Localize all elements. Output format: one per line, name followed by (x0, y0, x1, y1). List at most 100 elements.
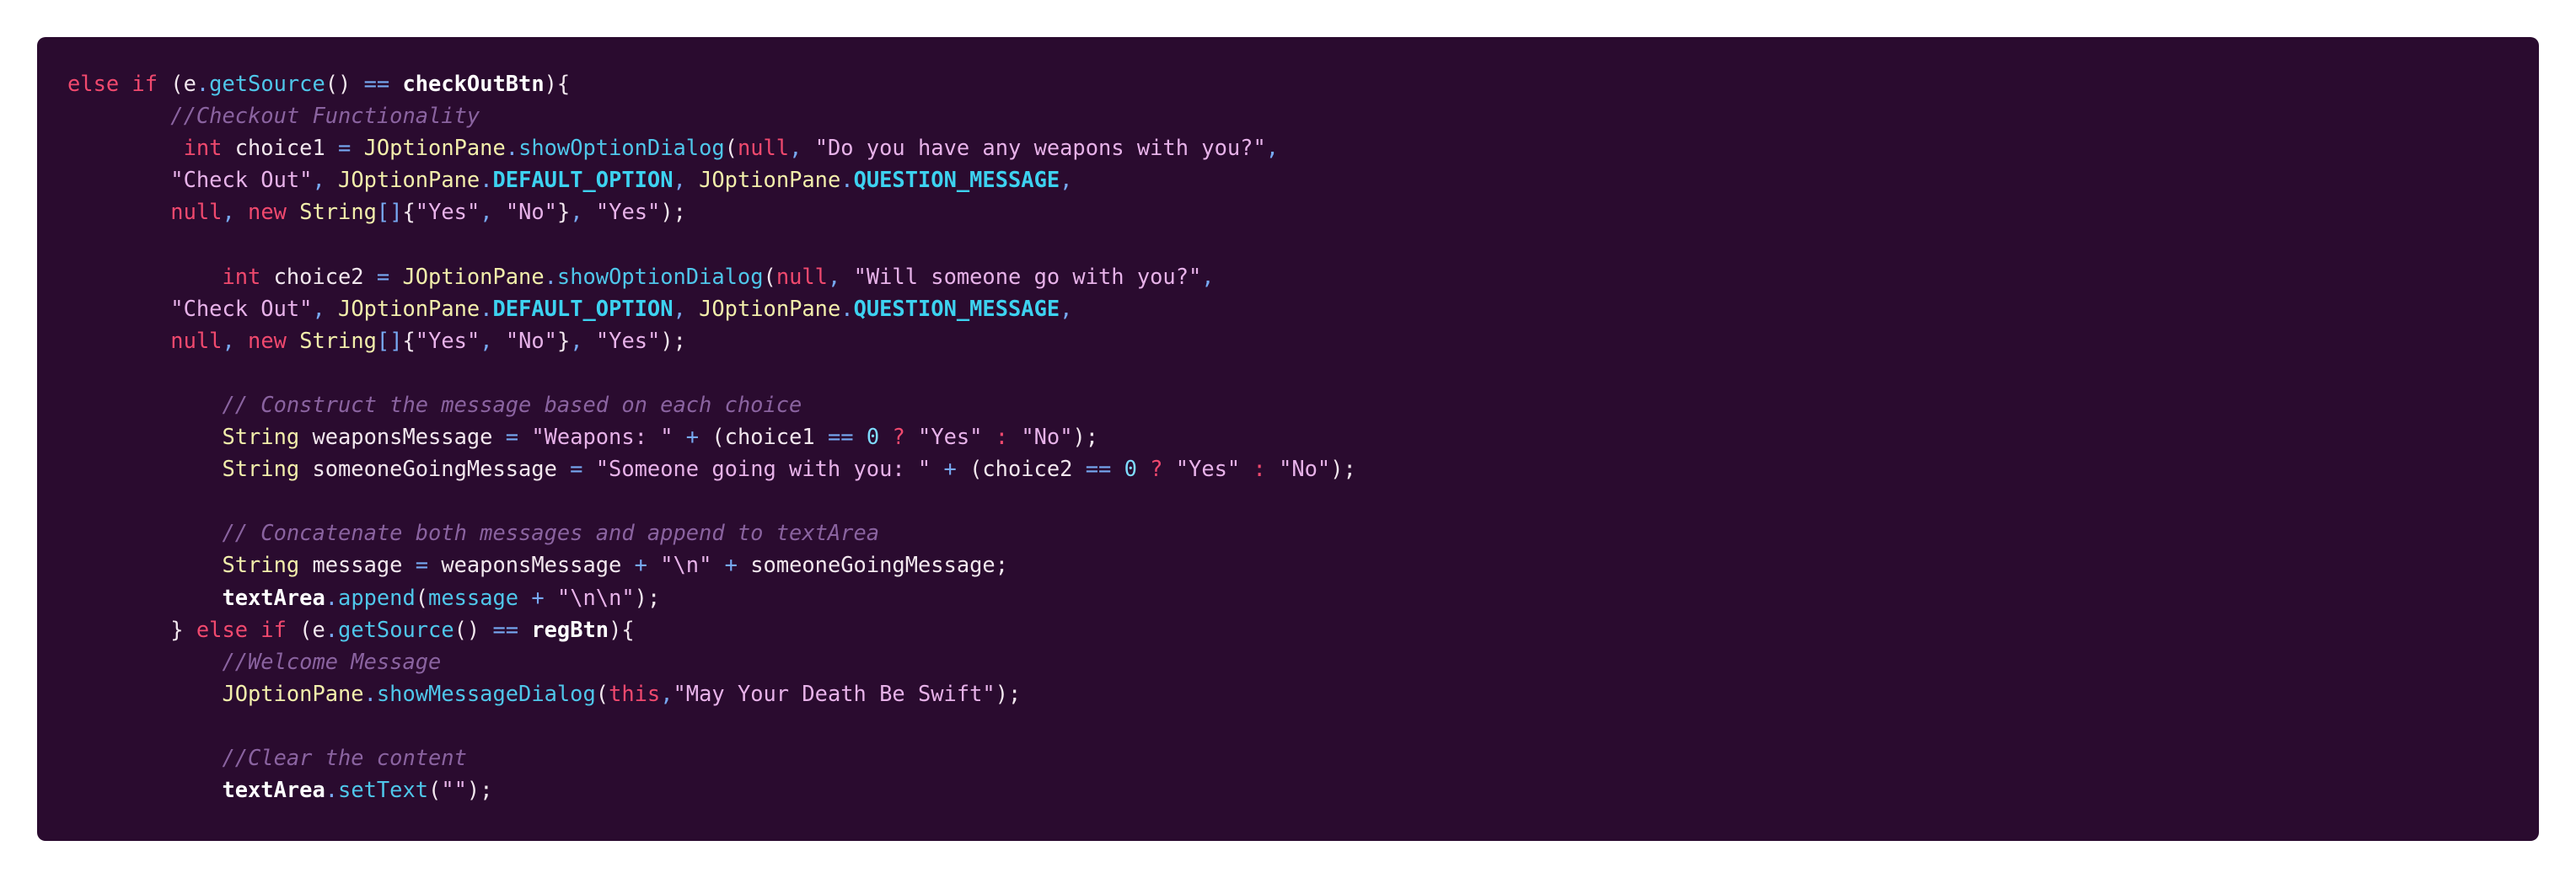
code-token: + (685, 424, 700, 450)
code-token: // Construct the message based on each c… (222, 391, 802, 417)
code-token: message (299, 552, 416, 578)
code-token: : (1253, 456, 1266, 482)
code-token: . (480, 295, 493, 321)
code-line: // Construct the message based on each c… (67, 388, 2509, 420)
code-token: "May Your Death Be Swift" (673, 680, 996, 706)
code-token: == (363, 71, 390, 96)
code-token: (choice1 (699, 424, 828, 450)
code-token: new (248, 327, 287, 353)
code-line: JOptionPane.showMessageDialog(this,"May … (67, 677, 2509, 709)
code-line: //Welcome Message (67, 645, 2509, 677)
code-token: , (570, 327, 583, 353)
code-line: String someoneGoingMessage = "Someone go… (67, 452, 2509, 485)
code-token: . (544, 263, 557, 289)
code-token: { (402, 327, 416, 353)
code-token: , (673, 167, 686, 193)
code-token: , (827, 263, 841, 289)
code-line: // Concatenate both messages and append … (67, 517, 2509, 549)
code-token: [] (376, 327, 403, 353)
code-token: (choice2 (956, 456, 1086, 482)
code-token: ( (415, 584, 429, 610)
code-token: message (428, 584, 519, 610)
code-token: (e (158, 71, 196, 96)
code-line: } else if (e.getSource() == regBtn){ (67, 613, 2509, 645)
code-token: . (840, 167, 854, 193)
code-token: == (1085, 456, 1112, 482)
code-token: someoneGoingMessage (299, 456, 571, 482)
code-token: "\n" (660, 552, 712, 578)
code-line: "Check Out", JOptionPane.DEFAULT_OPTION,… (67, 292, 2509, 324)
code-token: showMessageDialog (376, 680, 596, 706)
code-token: ); (995, 680, 1022, 706)
code-token: , (1060, 295, 1073, 321)
code-token: null (170, 327, 223, 353)
code-token: , (660, 680, 674, 706)
code-token: JOptionPane (338, 295, 480, 321)
code-token: (e (286, 616, 325, 642)
code-token: regBtn (531, 616, 609, 642)
code-token: , (570, 199, 583, 225)
code-token: ); (634, 584, 661, 610)
code-token: + (943, 456, 957, 482)
code-token: , (312, 167, 325, 193)
code-line: "Check Out", JOptionPane.DEFAULT_OPTION,… (67, 163, 2509, 195)
code-token: weaponsMessage (299, 424, 506, 450)
code-line: null, new String[]{"Yes", "No"}, "Yes"); (67, 324, 2509, 356)
code-token: = (338, 135, 352, 161)
code-token: { (402, 199, 416, 225)
code-token: , (222, 327, 235, 353)
code-token: ( (724, 135, 738, 161)
code-token: ( (763, 263, 776, 289)
code-line: int choice2 = JOptionPane.showOptionDial… (67, 260, 2509, 292)
code-token: getSource (338, 616, 454, 642)
code-token: JOptionPane (699, 295, 841, 321)
code-token: . (480, 167, 493, 193)
code-token: "\n\n" (556, 584, 635, 610)
code-token: ){ (544, 71, 571, 96)
code-line: int choice1 = JOptionPane.showOptionDial… (67, 131, 2509, 163)
code-token: else if (67, 71, 158, 96)
code-token: choice2 (260, 263, 377, 289)
code-token: showOptionDialog (518, 135, 725, 161)
code-token: textArea (222, 584, 325, 610)
code-token: . (325, 616, 339, 642)
code-token: DEFAULT_OPTION (492, 295, 674, 321)
code-token: () (453, 616, 493, 642)
code-token: , (673, 295, 686, 321)
code-line: textArea.append(message + "\n\n"); (67, 581, 2509, 613)
code-token: String (222, 424, 300, 450)
code-token: , (1265, 135, 1280, 161)
code-token: "No" (505, 327, 557, 353)
code-token: == (827, 424, 854, 450)
code-token: . (363, 680, 377, 706)
code-token: == (492, 616, 519, 642)
code-token: new (248, 199, 287, 225)
code-token: 0 (866, 424, 880, 450)
code-token: "Check Out" (170, 295, 313, 321)
code-token: ); (660, 327, 686, 353)
